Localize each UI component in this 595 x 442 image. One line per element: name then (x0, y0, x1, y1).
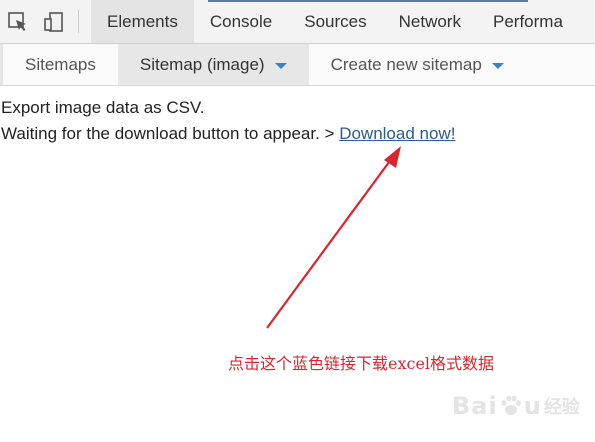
baidu-watermark: Bai u 经验 (452, 386, 592, 426)
watermark-brand-a: Bai (452, 392, 498, 420)
annotation-text: 点击这个蓝色链接下载excel格式数据 (228, 354, 495, 373)
annotation-arrow (266, 146, 401, 329)
paw-icon (501, 395, 521, 415)
watermark-suffix: 经验 (543, 397, 580, 418)
watermark-brand-b: u (523, 392, 542, 420)
